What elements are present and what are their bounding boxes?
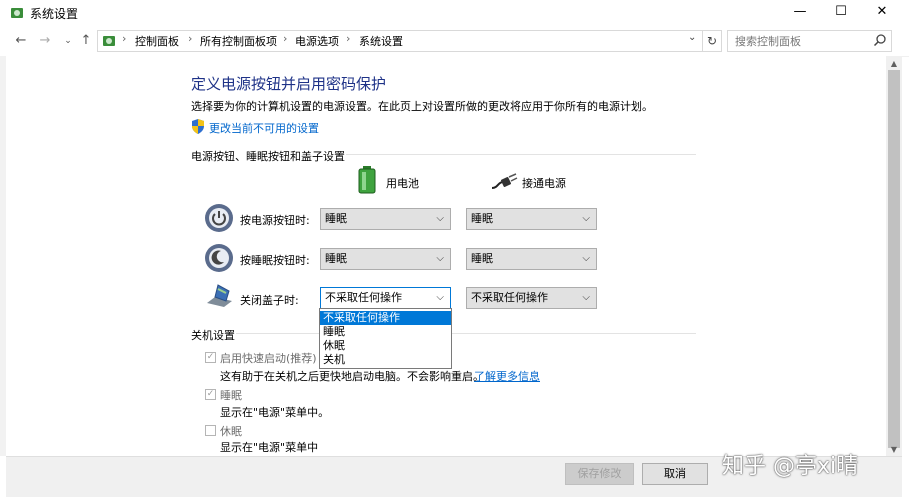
power-button-icon xyxy=(205,204,233,232)
breadcrumb-separator-icon: › xyxy=(188,32,193,45)
sleep-button-label: 按睡眠按钮时: xyxy=(240,254,310,267)
breadcrumb-all-items[interactable]: 所有控制面板项 xyxy=(200,33,277,49)
power-button-battery-select[interactable]: 睡眠 ⌵ xyxy=(320,208,451,230)
chevron-down-icon: ⌵ xyxy=(436,213,444,224)
dropdown-option-sleep[interactable]: 睡眠 xyxy=(320,325,451,339)
select-value: 睡眠 xyxy=(471,252,493,265)
fast-startup-description: 这有助于在关机之后更快地启动电脑。不会影响重启。 xyxy=(220,370,484,383)
chevron-down-icon: ⌵ xyxy=(582,213,590,224)
select-value: 睡眠 xyxy=(325,212,347,225)
breadcrumb-separator-icon: › xyxy=(122,32,127,45)
sleep-menu-description: 显示在"电源"菜单中。 xyxy=(220,406,330,419)
dropdown-option-do-nothing[interactable]: 不采取任何操作 xyxy=(320,311,451,325)
select-value: 睡眠 xyxy=(325,252,347,265)
power-button-plugged-select[interactable]: 睡眠 ⌵ xyxy=(466,208,597,230)
select-value: 不采取任何操作 xyxy=(325,291,402,304)
lid-close-label: 关闭盖子时: xyxy=(240,294,299,307)
breadcrumb-separator-icon: › xyxy=(283,32,288,45)
cancel-button[interactable]: 取消 xyxy=(642,463,708,485)
laptop-lid-icon xyxy=(207,284,232,307)
page-description: 选择要为你的计算机设置的电源设置。在此页上对设置所做的更改将应用于你所有的电源计… xyxy=(191,100,653,113)
battery-icon xyxy=(358,166,376,194)
section-heading-shutdown: 关机设置 xyxy=(191,329,235,342)
chevron-down-icon: ⌵ xyxy=(582,253,590,264)
watermark: 知乎 @亭xi晴 xyxy=(722,454,859,479)
up-arrow-icon[interactable]: ↑ xyxy=(77,32,95,50)
fast-startup-checkbox[interactable]: ✓ xyxy=(205,352,216,363)
refresh-icon[interactable]: ↻ xyxy=(702,30,722,52)
sleep-button-plugged-select[interactable]: 睡眠 ⌵ xyxy=(466,248,597,270)
hibernate-menu-label: 休眠 xyxy=(220,425,242,438)
lid-close-plugged-select[interactable]: 不采取任何操作 ⌵ xyxy=(466,287,597,309)
section-divider xyxy=(236,333,696,334)
close-button[interactable]: ✕ xyxy=(859,0,905,26)
chevron-down-icon: ⌵ xyxy=(582,292,590,303)
section-divider xyxy=(346,154,696,155)
chevron-down-icon: ⌵ xyxy=(436,253,444,264)
page-title: 定义电源按钮并启用密码保护 xyxy=(191,75,387,93)
scroll-down-icon[interactable]: ▼ xyxy=(888,445,900,454)
fast-startup-label: 启用快速启动(推荐) xyxy=(220,352,317,365)
scrollbar-thumb[interactable] xyxy=(888,70,900,448)
sleep-button-icon xyxy=(205,244,233,272)
breadcrumb-separator-icon: › xyxy=(346,32,351,45)
sleep-menu-checkbox[interactable]: ✓ xyxy=(205,389,216,400)
chevron-down-icon: ⌵ xyxy=(436,292,444,303)
search-icon[interactable] xyxy=(873,33,887,47)
minimize-button[interactable]: — xyxy=(777,0,823,26)
dropdown-option-hibernate[interactable]: 休眠 xyxy=(320,339,451,353)
breadcrumb-control-panel[interactable]: 控制面板 xyxy=(135,33,179,49)
lid-close-battery-select[interactable]: 不采取任何操作 ⌵ xyxy=(320,287,451,309)
change-unavailable-settings-link[interactable]: 更改当前不可用的设置 xyxy=(209,120,319,136)
title-bar xyxy=(0,0,909,26)
maximize-button[interactable]: ☐ xyxy=(818,0,864,26)
sleep-button-battery-select[interactable]: 睡眠 ⌵ xyxy=(320,248,451,270)
learn-more-link[interactable]: 了解更多信息 xyxy=(474,368,540,384)
breadcrumb-system-settings[interactable]: 系统设置 xyxy=(359,33,403,49)
forward-arrow-icon[interactable]: → xyxy=(36,32,54,50)
back-arrow-icon[interactable]: ← xyxy=(12,32,30,50)
dropdown-option-shutdown[interactable]: 关机 xyxy=(320,353,451,367)
select-value: 不采取任何操作 xyxy=(471,291,548,304)
lid-close-dropdown-list: 不采取任何操作 睡眠 休眠 关机 xyxy=(319,308,452,369)
address-dropdown-icon[interactable]: ⌄ xyxy=(688,32,696,43)
select-value: 睡眠 xyxy=(471,212,493,225)
recent-pages-chevron-icon[interactable]: ⌄ xyxy=(59,32,77,50)
power-plug-icon xyxy=(491,173,518,189)
breadcrumb-power-options[interactable]: 电源选项 xyxy=(295,33,339,49)
sleep-menu-label: 睡眠 xyxy=(220,389,242,402)
power-button-label: 按电源按钮时: xyxy=(240,214,310,227)
window-title: 系统设置 xyxy=(30,7,79,21)
hibernate-menu-checkbox[interactable] xyxy=(205,425,216,436)
search-placeholder: 搜索控制面板 xyxy=(735,35,801,48)
power-options-icon xyxy=(11,8,23,18)
battery-column-label: 用电池 xyxy=(386,177,419,190)
uac-shield-icon xyxy=(192,119,204,134)
save-changes-button[interactable]: 保存修改 xyxy=(565,463,634,485)
hibernate-menu-description: 显示在"电源"菜单中 xyxy=(220,441,319,453)
control-panel-icon xyxy=(103,36,115,46)
scroll-up-icon[interactable]: ▲ xyxy=(888,59,900,68)
section-heading-buttons: 电源按钮、睡眠按钮和盖子设置 xyxy=(191,150,345,163)
plugged-in-column-label: 接通电源 xyxy=(522,177,566,190)
